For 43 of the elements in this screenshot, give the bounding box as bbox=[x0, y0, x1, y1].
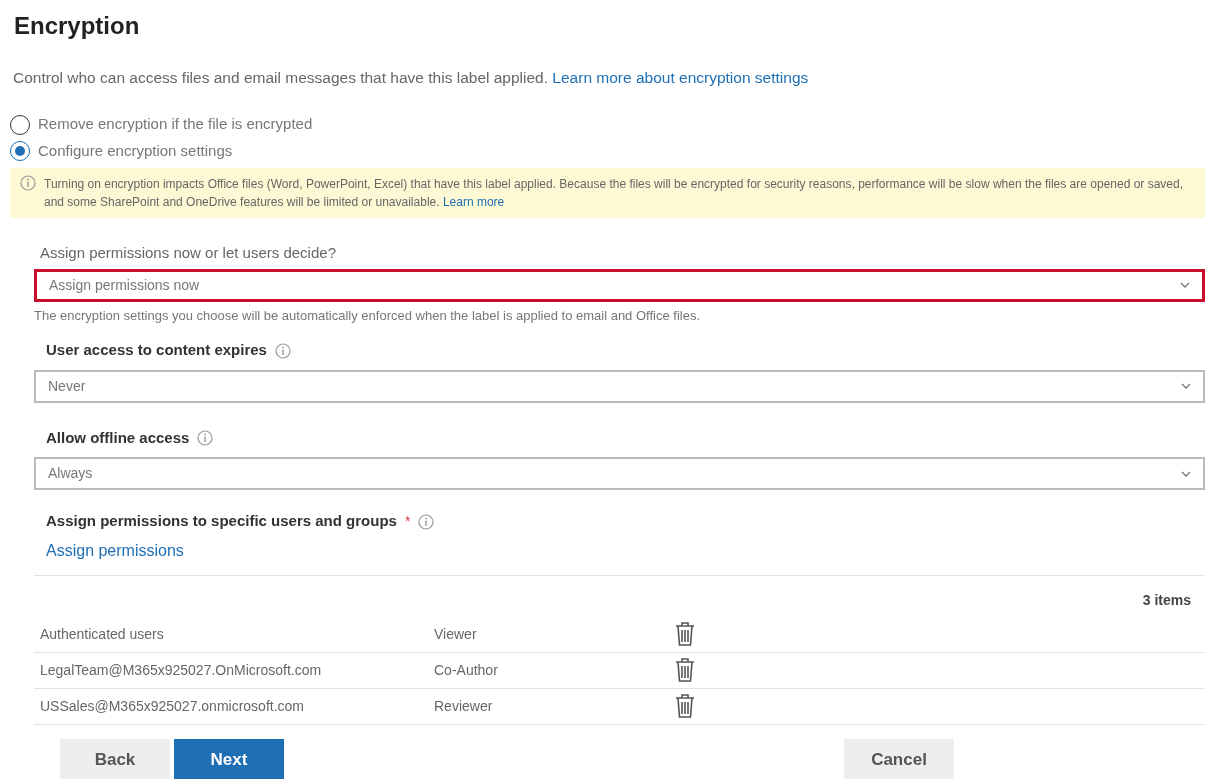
description: Control who can access files and email messages that have this label applied. Learn more about encryption settings bbox=[13, 68, 810, 88]
page-title: Encryption bbox=[14, 11, 141, 41]
dropdown[interactable]: Never bbox=[34, 369, 1205, 403]
table-cell-text: Reviewer bbox=[434, 696, 494, 716]
next-button[interactable]: Next bbox=[174, 738, 284, 779]
notice-text: Turning on encryption impacts Office files (Word, PowerPoint, Excel) that have this label applied. Because the files will be encrypted for security reasons, performance will be slow when the files are opened or saved, and some SharePoint and OneDrive features will be limited or unavailable. Learn more bbox=[44, 176, 1184, 212]
learn-more-link[interactable]: Learn more about encryption settings bbox=[552, 69, 809, 86]
help-text: The encryption settings you choose will be automatically enforced when the label is applied to email and Office files. bbox=[34, 306, 702, 325]
radio-label[interactable]: Remove encryption if the file is encrypted bbox=[38, 113, 313, 136]
chevron-down-icon bbox=[1181, 382, 1191, 391]
field-label: Assign permissions to specific users and groups bbox=[46, 511, 397, 532]
table-cell-text: Viewer bbox=[434, 624, 478, 644]
table-cell-text: Co-Author bbox=[434, 660, 499, 680]
delete-button[interactable] bbox=[674, 621, 696, 648]
info-icon bbox=[274, 342, 291, 359]
field-label: Allow offline access bbox=[46, 427, 190, 448]
table-cell-text: USSales@M365x925027.onmicrosoft.com bbox=[39, 696, 305, 716]
learn-more-link[interactable]: Learn more bbox=[442, 195, 505, 210]
info-icon bbox=[418, 513, 435, 530]
cancel-button[interactable]: Cancel bbox=[844, 738, 954, 779]
trash-icon bbox=[674, 657, 696, 684]
radio-label[interactable]: Configure encryption settings bbox=[38, 139, 233, 163]
chevron-down-icon bbox=[1180, 281, 1190, 290]
item-count: 3 items bbox=[1141, 590, 1191, 610]
table-cell-text: Authenticated users bbox=[39, 624, 165, 644]
delete-button[interactable] bbox=[674, 693, 696, 720]
chevron-down-icon bbox=[1181, 469, 1191, 478]
info-icon bbox=[197, 430, 214, 446]
field-label: Assign permissions now or let users decide? bbox=[40, 243, 337, 264]
dropdown-value: Assign permissions now bbox=[49, 275, 200, 295]
trash-icon bbox=[674, 693, 696, 720]
table-cell-text: LegalTeam@M365x925027.OnMicrosoft.com bbox=[39, 660, 323, 680]
dropdown-value: Always bbox=[48, 464, 93, 484]
delete-button[interactable] bbox=[674, 657, 696, 684]
back-button[interactable]: Back bbox=[60, 738, 170, 779]
required-mark: * bbox=[404, 512, 411, 531]
dropdown-value: Never bbox=[48, 376, 86, 396]
dropdown[interactable]: Assign permissions now bbox=[34, 268, 1205, 302]
field-label: User access to content expires bbox=[46, 340, 267, 361]
trash-icon bbox=[674, 621, 696, 648]
dropdown[interactable]: Always bbox=[34, 457, 1205, 491]
info-icon bbox=[20, 175, 36, 192]
assign-permissions-link[interactable]: Assign permissions bbox=[46, 538, 184, 563]
